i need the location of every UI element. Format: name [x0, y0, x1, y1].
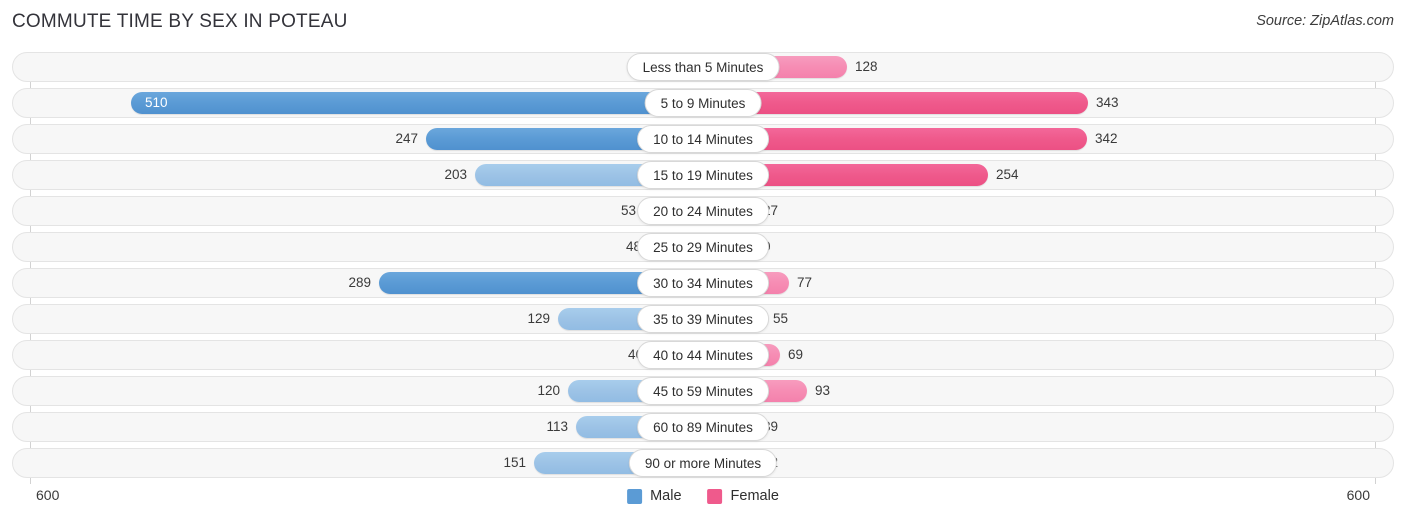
- table-row: 510 343 5 to 9 Minutes: [12, 88, 1394, 118]
- row-bars: 247 342 10 to 14 Minutes: [12, 124, 1394, 154]
- bar-value-male: 129: [527, 311, 550, 326]
- legend-label-male: Male: [650, 488, 682, 504]
- bar-value-female: 254: [996, 167, 1019, 182]
- bar-value-female: 342: [1095, 131, 1118, 146]
- bar-value-male: 48: [625, 239, 641, 254]
- chart-header: COMMUTE TIME BY SEX IN POTEAU Source: Zi…: [0, 0, 1406, 44]
- table-row: 120 93 45 to 59 Minutes: [12, 376, 1394, 406]
- table-row: 53 27 20 to 24 Minutes: [12, 196, 1394, 226]
- bar-value-male: 203: [444, 167, 467, 182]
- table-row: 203 254 15 to 19 Minutes: [12, 160, 1394, 190]
- bar-value-female: 128: [855, 59, 878, 74]
- bar-value-female: 69: [788, 347, 804, 362]
- bar-value-male: 113: [546, 419, 568, 434]
- row-bars: 113 39 60 to 89 Minutes: [12, 412, 1394, 442]
- bar-value-male: 247: [395, 131, 418, 146]
- category-label: 45 to 59 Minutes: [637, 377, 769, 405]
- bar-value-female: 343: [1096, 95, 1119, 110]
- table-row: 129 55 35 to 39 Minutes: [12, 304, 1394, 334]
- axis-tick-right: 600: [1346, 487, 1370, 503]
- source-attribution: Source: ZipAtlas.com: [1256, 13, 1394, 29]
- category-label: Less than 5 Minutes: [626, 53, 780, 81]
- legend-item-female[interactable]: Female: [707, 488, 779, 504]
- bar-value-male: 46: [627, 347, 643, 362]
- bar-value-male: 43: [523, 52, 643, 82]
- row-bars: 203 254 15 to 19 Minutes: [12, 160, 1394, 190]
- page-title: COMMUTE TIME BY SEX IN POTEAU: [12, 11, 348, 32]
- row-bars: 120 93 45 to 59 Minutes: [12, 376, 1394, 406]
- chart-footer: 600 Male Female 600: [0, 484, 1406, 523]
- category-label: 15 to 19 Minutes: [637, 161, 769, 189]
- category-label: 10 to 14 Minutes: [637, 125, 769, 153]
- row-bars: 289 77 30 to 34 Minutes: [12, 268, 1394, 298]
- bar-value-male: 151: [503, 455, 526, 470]
- table-row: 48 025 to 29 Minutes: [12, 232, 1394, 262]
- row-bars: 53 27 20 to 24 Minutes: [12, 196, 1394, 226]
- category-label: 90 or more Minutes: [628, 449, 778, 477]
- row-bars: 151 3290 or more Minutes: [12, 448, 1394, 478]
- row-bars: 43 128 Less than 5 Minutes: [12, 52, 1394, 82]
- bar-value-female: 55: [773, 311, 789, 326]
- category-label: 25 to 29 Minutes: [637, 233, 769, 261]
- bar-value-male: 120: [537, 383, 560, 398]
- table-row: 247 342 10 to 14 Minutes: [12, 124, 1394, 154]
- category-label: 5 to 9 Minutes: [644, 89, 762, 117]
- category-label: 60 to 89 Minutes: [637, 413, 769, 441]
- legend-swatch-female-icon: [707, 488, 723, 504]
- table-row: 289 77 30 to 34 Minutes: [12, 268, 1394, 298]
- category-label: 40 to 44 Minutes: [637, 341, 769, 369]
- legend-swatch-male-icon: [627, 488, 643, 504]
- bar-value-female: 27: [763, 203, 779, 218]
- bar-value-female: 77: [797, 275, 813, 290]
- category-label: 35 to 39 Minutes: [637, 305, 769, 333]
- bar-value-female: 93: [815, 383, 831, 398]
- row-bars: 510 343 5 to 9 Minutes: [12, 88, 1394, 118]
- category-label: 30 to 34 Minutes: [637, 269, 769, 297]
- legend-item-male[interactable]: Male: [627, 488, 682, 504]
- chart-legend: Male Female: [627, 488, 779, 504]
- row-bars: 129 55 35 to 39 Minutes: [12, 304, 1394, 334]
- table-row: 43 128 Less than 5 Minutes: [12, 52, 1394, 82]
- table-row: 46 69 40 to 44 Minutes: [12, 340, 1394, 370]
- bar-value-male: 53: [620, 203, 636, 218]
- category-label: 20 to 24 Minutes: [637, 197, 769, 225]
- axis-tick-left: 600: [36, 487, 60, 503]
- row-bars: 46 69 40 to 44 Minutes: [12, 340, 1394, 370]
- chart-root: COMMUTE TIME BY SEX IN POTEAU Source: Zi…: [0, 0, 1406, 523]
- bar-value-female: 39: [763, 419, 779, 434]
- row-bars: 48 025 to 29 Minutes: [12, 232, 1394, 262]
- bar-value-female: 0: [763, 232, 883, 262]
- bar-value-male: 289: [348, 275, 371, 290]
- bar-value-male: 510: [145, 95, 168, 110]
- table-row: 113 39 60 to 89 Minutes: [12, 412, 1394, 442]
- table-row: 151 3290 or more Minutes: [12, 448, 1394, 478]
- legend-label-female: Female: [730, 488, 779, 504]
- plot-area: 43 128 Less than 5 Minutes 510 343 5 to 9 Min…: [0, 52, 1406, 484]
- bar-value-female: 32: [763, 448, 883, 478]
